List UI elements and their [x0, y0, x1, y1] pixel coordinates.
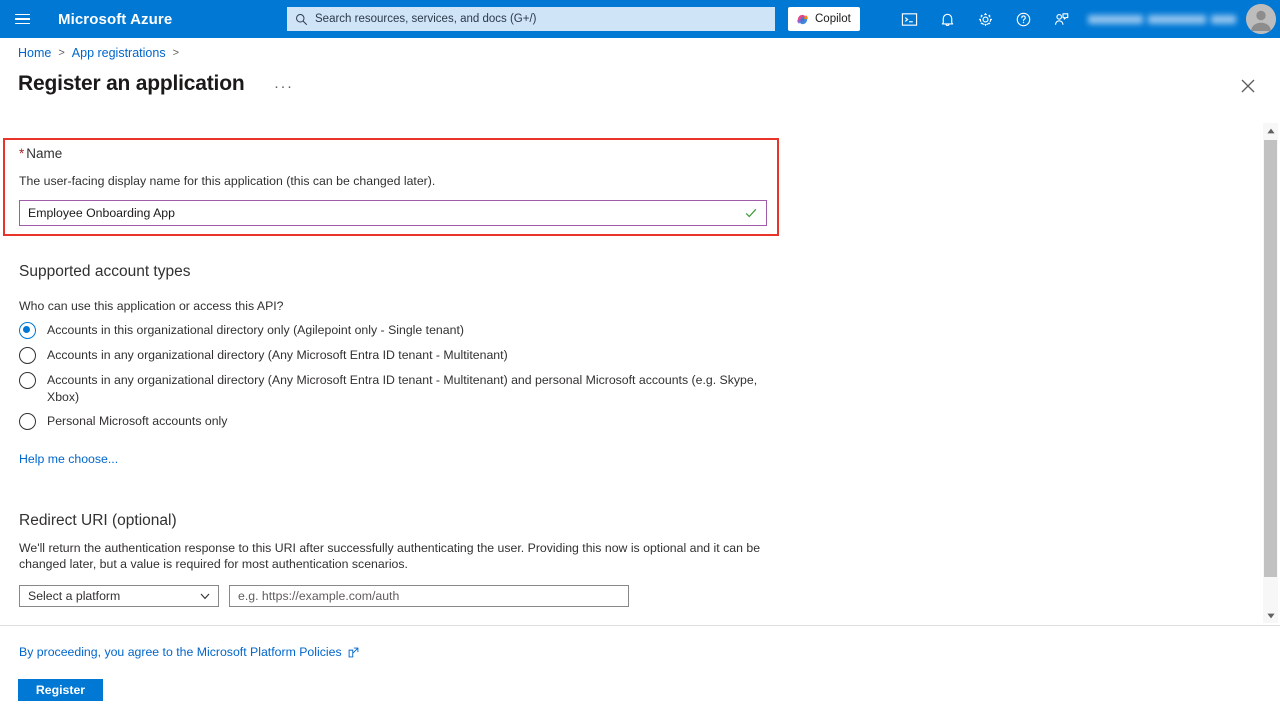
- checkmark-icon: [745, 208, 757, 218]
- breadcrumb-item-home[interactable]: Home: [18, 46, 51, 60]
- page-more-menu-icon[interactable]: ···: [274, 79, 294, 94]
- user-avatar[interactable]: [1246, 4, 1276, 34]
- copilot-button[interactable]: Copilot: [788, 7, 860, 31]
- breadcrumb: Home > App registrations >: [18, 46, 179, 60]
- cloud-shell-icon[interactable]: [890, 0, 928, 38]
- hamburger-menu-icon[interactable]: [0, 0, 44, 38]
- redirect-uri-description: We'll return the authentication response…: [19, 541, 761, 571]
- name-input[interactable]: Employee Onboarding App: [19, 200, 767, 226]
- header-icon-group: [890, 0, 1080, 38]
- azure-brand-link[interactable]: Microsoft Azure: [58, 11, 172, 28]
- search-icon: [296, 13, 308, 25]
- global-search-placeholder: Search resources, services, and docs (G+…: [315, 13, 537, 25]
- radio-indicator: [19, 322, 36, 339]
- scroll-thumb[interactable]: [1264, 140, 1277, 577]
- feedback-person-icon[interactable]: [1042, 0, 1080, 38]
- name-field-label: * Name: [19, 146, 62, 161]
- name-input-value: Employee Onboarding App: [28, 206, 175, 220]
- copilot-button-label: Copilot: [815, 13, 851, 25]
- breadcrumb-separator: >: [58, 47, 65, 59]
- breadcrumb-item-app-registrations[interactable]: App registrations: [72, 46, 166, 60]
- breadcrumb-separator-2: >: [172, 47, 180, 59]
- help-question-icon[interactable]: [1004, 0, 1042, 38]
- content-footer-divider: [0, 625, 1280, 626]
- supported-account-types-heading: Supported account types: [19, 263, 191, 280]
- scroll-down-arrow-icon[interactable]: [1263, 608, 1278, 623]
- radio-label: Personal Microsoft accounts only: [47, 414, 228, 428]
- notifications-bell-icon[interactable]: [928, 0, 966, 38]
- required-asterisk: *: [19, 146, 25, 161]
- radio-option-multitenant[interactable]: Accounts in any organizational directory…: [19, 347, 508, 364]
- platform-policies-text: By proceeding, you agree to the Microsof…: [19, 645, 342, 659]
- platform-select-value: Select a platform: [28, 589, 121, 603]
- settings-gear-icon[interactable]: [966, 0, 1004, 38]
- redirect-uri-heading: Redirect URI (optional): [19, 512, 177, 529]
- radio-label: Accounts in this organizational director…: [47, 323, 464, 337]
- supported-account-types-question: Who can use this application or access t…: [19, 299, 284, 313]
- radio-option-personal-only[interactable]: Personal Microsoft accounts only: [19, 413, 227, 430]
- radio-option-single-tenant[interactable]: Accounts in this organizational director…: [19, 322, 464, 339]
- account-info-blurred[interactable]: [1088, 12, 1237, 26]
- chevron-down-icon: [200, 593, 210, 600]
- page-title: Register an application: [18, 72, 245, 95]
- radio-label: Accounts in any organizational directory…: [47, 348, 508, 362]
- radio-indicator: [19, 347, 36, 364]
- radio-label: Accounts in any organizational directory…: [47, 373, 758, 404]
- scroll-up-arrow-icon[interactable]: [1263, 123, 1278, 138]
- external-link-icon: [348, 647, 358, 657]
- radio-indicator: [19, 413, 36, 430]
- content-scrollbar[interactable]: [1263, 123, 1278, 623]
- redirect-uri-placeholder: e.g. https://example.com/auth: [238, 589, 400, 603]
- platform-select-dropdown[interactable]: Select a platform: [19, 585, 219, 607]
- close-icon[interactable]: [1238, 76, 1258, 96]
- help-me-choose-link[interactable]: Help me choose...: [19, 452, 118, 466]
- platform-policies-link[interactable]: By proceeding, you agree to the Microsof…: [19, 645, 359, 659]
- redirect-uri-input[interactable]: e.g. https://example.com/auth: [229, 585, 629, 607]
- azure-top-header: Microsoft Azure Search resources, servic…: [0, 0, 1280, 38]
- radio-option-multitenant-and-personal[interactable]: Accounts in any organizational directory…: [19, 372, 775, 406]
- name-label-text: Name: [26, 146, 63, 161]
- copilot-icon: [797, 14, 808, 24]
- register-button[interactable]: Register: [18, 679, 103, 701]
- name-field-description: The user-facing display name for this ap…: [19, 174, 436, 188]
- global-search-input[interactable]: Search resources, services, and docs (G+…: [287, 7, 775, 31]
- radio-indicator: [19, 372, 36, 389]
